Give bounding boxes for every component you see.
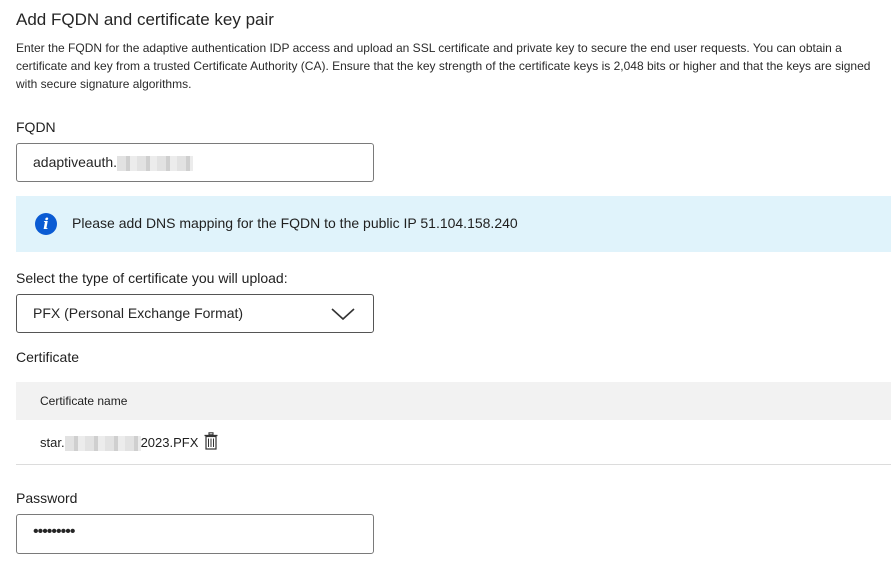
certificate-type-select[interactable]: PFX (Personal Exchange Format) — [16, 294, 374, 333]
password-input[interactable]: ••••••••• — [16, 514, 374, 554]
info-icon: i — [35, 213, 57, 235]
chevron-down-icon[interactable] — [331, 307, 355, 326]
redacted-certificate-name — [64, 436, 141, 452]
password-label: Password — [16, 490, 78, 506]
section-title: Add FQDN and certificate key pair — [16, 10, 274, 29]
certificate-type-selected: PFX (Personal Exchange Format) — [33, 305, 244, 321]
certificate-type-label: Select the type of certificate you will … — [16, 270, 288, 286]
fqdn-certificate-form: Add FQDN and certificate key pair Enter … — [0, 0, 891, 570]
redacted-domain — [117, 155, 194, 171]
fqdn-value: adaptiveauth. — [33, 154, 194, 171]
fqdn-label: FQDN — [16, 119, 56, 135]
fqdn-input[interactable]: adaptiveauth. — [16, 143, 374, 182]
trash-icon[interactable] — [204, 432, 218, 453]
password-masked-value: ••••••••• — [33, 523, 75, 540]
certificate-name-column-header: Certificate name — [40, 394, 128, 408]
dns-info-text: Please add DNS mapping for the FQDN to t… — [72, 215, 518, 231]
section-description: Enter the FQDN for the adaptive authenti… — [16, 41, 871, 91]
dns-info-banner: i Please add DNS mapping for the FQDN to… — [16, 196, 891, 252]
certificate-name-cell: star. 2023.PFX — [40, 432, 218, 453]
certificate-label: Certificate — [16, 349, 80, 365]
table-row: star. 2023.PFX — [16, 420, 891, 465]
certificate-table-header: Certificate name — [16, 382, 891, 420]
